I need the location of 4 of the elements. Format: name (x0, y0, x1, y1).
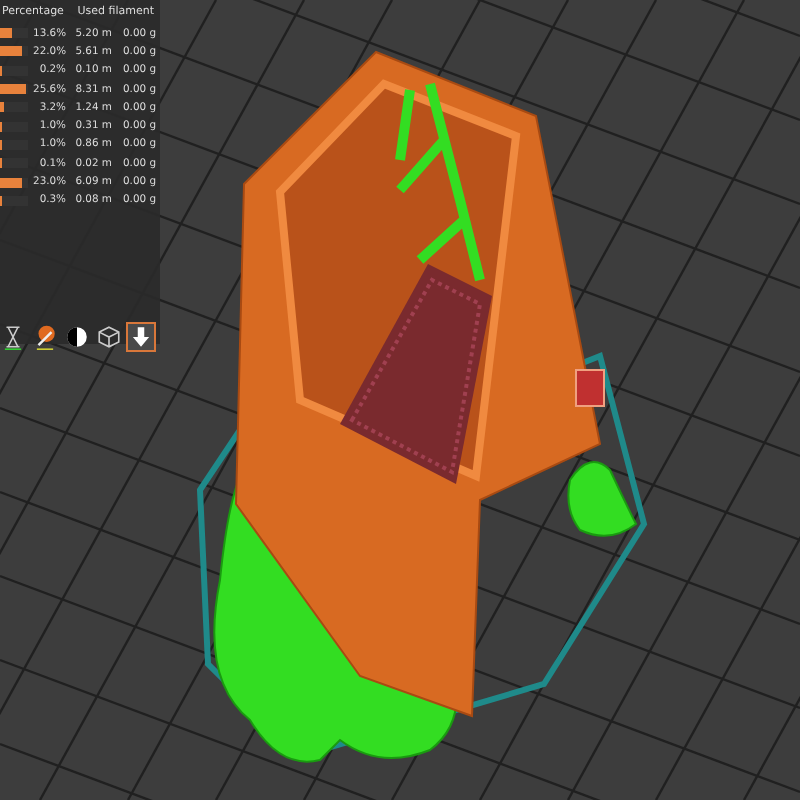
brush-icon[interactable] (31, 321, 59, 352)
cube-icon[interactable] (94, 321, 122, 352)
contrast-circle-icon[interactable] (63, 321, 91, 352)
download-arrow-icon[interactable] (126, 321, 156, 352)
